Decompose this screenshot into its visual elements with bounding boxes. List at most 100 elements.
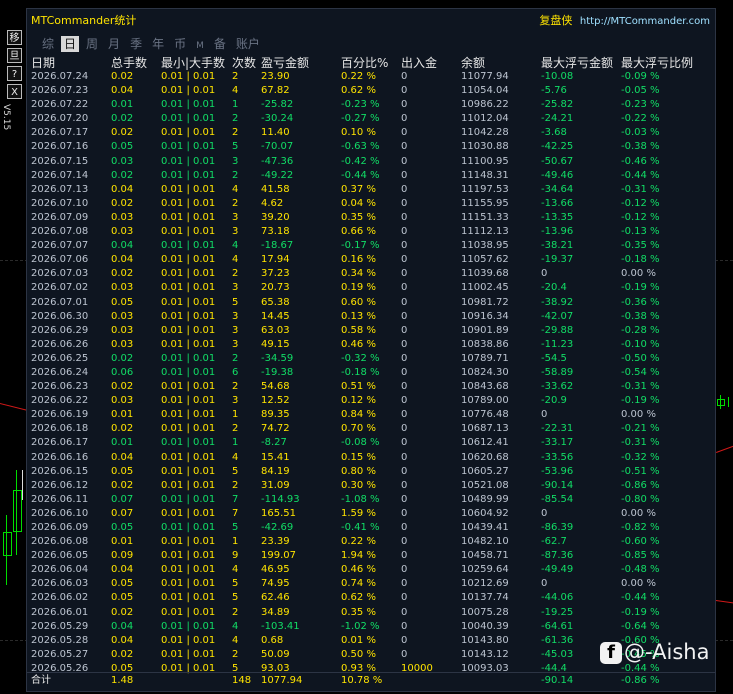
col-percent-cell: 0.10 %: [341, 127, 376, 139]
col-deposit-cell: 0: [401, 169, 408, 181]
col-percent-cell: 0.34 %: [341, 268, 376, 280]
col-max-drawdown-cell: -11.23: [541, 338, 574, 350]
col-total-lots-cell: 0.01: [111, 437, 134, 449]
col-count-cell: 3: [232, 155, 239, 167]
col-max-drawdown-pct-cell: -0.22 %: [621, 113, 660, 125]
tab-currency[interactable]: 币: [171, 36, 189, 52]
col-max-drawdown-pct-cell: 0.00 %: [621, 409, 656, 421]
col-profit-cell: 89.35: [261, 409, 290, 421]
table-row: 2026.06.15 0.05 0.01 | 0.01 5 84.19 0.80 % 0 10…: [27, 465, 715, 479]
col-date-cell: 2026.06.03: [31, 578, 89, 590]
title-bar[interactable]: MTCommander统计 复盘侠 http://MTCommander.com: [27, 9, 715, 29]
tab-week[interactable]: 周: [83, 36, 101, 52]
col-profit-cell: 17.94: [261, 254, 290, 266]
col-balance-cell: 11100.95: [461, 155, 509, 167]
col-total-lots-cell: 0.01: [111, 409, 134, 421]
col-min-max-lots-cell: 0.01 | 0.01: [161, 324, 216, 336]
col-deposit-cell: 0: [401, 211, 408, 223]
help-button[interactable]: ?: [7, 66, 22, 81]
col-percent-cell: -0.18 %: [341, 366, 380, 378]
col-total-lots-cell: 0.02: [111, 423, 134, 435]
col-date-cell: 2026.06.29: [31, 324, 89, 336]
col-percent-cell: 0.37 %: [341, 183, 376, 195]
col-min-max-lots-cell: 0.01 | 0.01: [161, 634, 216, 646]
table-row: 2026.06.25 0.02 0.01 | 0.01 2 -34.59 -0.32 % 0…: [27, 352, 715, 366]
tab-year[interactable]: 年: [149, 36, 167, 52]
col-count-cell: 5: [232, 592, 239, 604]
col-max-drawdown-pct-cell: -0.82 %: [621, 522, 660, 533]
col-count-header[interactable]: 次数: [232, 54, 256, 71]
col-deposit-cell: 0: [401, 536, 408, 548]
col-deposit-cell: 0: [401, 648, 408, 660]
col-total-lots-cell: 0.03: [111, 310, 134, 322]
col-max-drawdown-pct-cell: -0.31 %: [621, 381, 660, 393]
col-total-lots-cell: 0.07: [111, 507, 134, 519]
tab-note[interactable]: 备: [211, 36, 229, 52]
col-profit-header[interactable]: 盈亏金额: [261, 54, 309, 71]
col-percent-cell: 0.22 %: [341, 536, 376, 548]
col-date-cell: 2026.07.23: [31, 85, 89, 97]
table-row: 2026.07.22 0.01 0.01 | 0.01 1 -25.82 -0.23 % 0…: [27, 98, 715, 112]
col-count-cell: 2: [232, 381, 239, 393]
col-balance-cell: 11197.53: [461, 183, 509, 195]
col-max-drawdown-pct-cell: -0.19 %: [621, 282, 660, 294]
col-min-max-lots-header[interactable]: 最小|大手数: [161, 54, 225, 71]
tab-quarter[interactable]: 季: [127, 36, 145, 52]
col-deposit-cell: 0: [401, 437, 408, 449]
col-date-header[interactable]: 日期: [31, 54, 55, 71]
col-balance-cell: 10482.10: [461, 536, 509, 548]
col-max-drawdown-pct-cell: -0.28 %: [621, 324, 660, 336]
col-date-cell: 2026.06.18: [31, 423, 89, 435]
col-count-cell: 4: [232, 451, 239, 463]
col-max-drawdown-cell: -54.5: [541, 352, 567, 364]
tab-summary[interactable]: 综: [39, 36, 57, 52]
col-total-lots-cell: 0.04: [111, 85, 134, 97]
col-balance-cell: 10075.28: [461, 606, 509, 618]
col-percent-header[interactable]: 百分比%: [341, 54, 388, 71]
col-min-max-lots-cell: 0.01 | 0.01: [161, 296, 216, 308]
col-total-lots-header[interactable]: 总手数: [111, 54, 147, 71]
close-button[interactable]: X: [7, 84, 22, 99]
col-profit-cell: 63.03: [261, 324, 290, 336]
col-percent-cell: 0.35 %: [341, 211, 376, 223]
col-min-max-lots-cell: 0.01 | 0.01: [161, 71, 216, 82]
col-deposit-cell: 0: [401, 338, 408, 350]
table-row: 2026.07.16 0.05 0.01 | 0.01 5 -70.07 -0.63 % 0…: [27, 140, 715, 154]
col-deposit-cell: 0: [401, 578, 408, 590]
col-deposit-header[interactable]: 出入金: [401, 54, 437, 71]
col-max-drawdown-header[interactable]: 最大浮亏金额: [541, 54, 613, 71]
col-date-cell: 2026.06.10: [31, 507, 89, 519]
col-total-lots-cell: 0.04: [111, 254, 134, 266]
tab-magic[interactable]: M: [193, 38, 207, 54]
col-min-max-lots-cell: 0.01 | 0.01: [161, 648, 216, 660]
col-max-drawdown-pct-cell: -0.54 %: [621, 366, 660, 378]
sub-window-button[interactable]: 旦: [7, 48, 22, 63]
tab-day[interactable]: 日: [61, 36, 80, 52]
col-total-lots-cell: 0.04: [111, 240, 134, 252]
col-profit-cell: 37.23: [261, 268, 290, 280]
watermark: f @-Aisha: [600, 640, 709, 664]
col-max-drawdown-pct-header[interactable]: 最大浮亏比例: [621, 54, 693, 71]
col-min-max-lots-cell: 0.01 | 0.01: [161, 437, 216, 449]
col-deposit-cell: 0: [401, 409, 408, 421]
col-deposit-cell: 0: [401, 226, 408, 238]
col-percent-cell: -0.44 %: [341, 169, 380, 181]
col-deposit-cell: 0: [401, 507, 408, 519]
tab-account[interactable]: 账户: [233, 36, 263, 52]
col-max-drawdown-pct-cell: -0.13 %: [621, 226, 660, 238]
col-max-drawdown-pct-cell: -0.36 %: [621, 296, 660, 308]
col-balance-header[interactable]: 余额: [461, 54, 485, 71]
move-button[interactable]: 移: [7, 30, 22, 45]
col-total-lots-cell: 0.01: [111, 99, 134, 111]
statistics-panel: MTCommander统计 复盘侠 http://MTCommander.com…: [26, 8, 716, 692]
col-max-drawdown-cell: -24.21: [541, 113, 574, 125]
col-date-cell: 2026.06.30: [31, 310, 89, 322]
col-min-max-lots-cell: 0.01 | 0.01: [161, 479, 216, 491]
table-row: 2026.07.08 0.03 0.01 | 0.01 3 73.18 0.66 % 0 11…: [27, 225, 715, 239]
tab-month[interactable]: 月: [105, 36, 123, 52]
website-link[interactable]: http://MTCommander.com: [580, 16, 710, 27]
daily-stats-table: 2026.07.24 0.02 0.01 | 0.01 2 23.90 0.22 % 0 11…: [27, 70, 715, 676]
col-max-drawdown-cell: -13.96: [541, 226, 574, 238]
col-deposit-cell: 0: [401, 381, 408, 393]
col-total-lots-cell: 0.05: [111, 522, 134, 533]
